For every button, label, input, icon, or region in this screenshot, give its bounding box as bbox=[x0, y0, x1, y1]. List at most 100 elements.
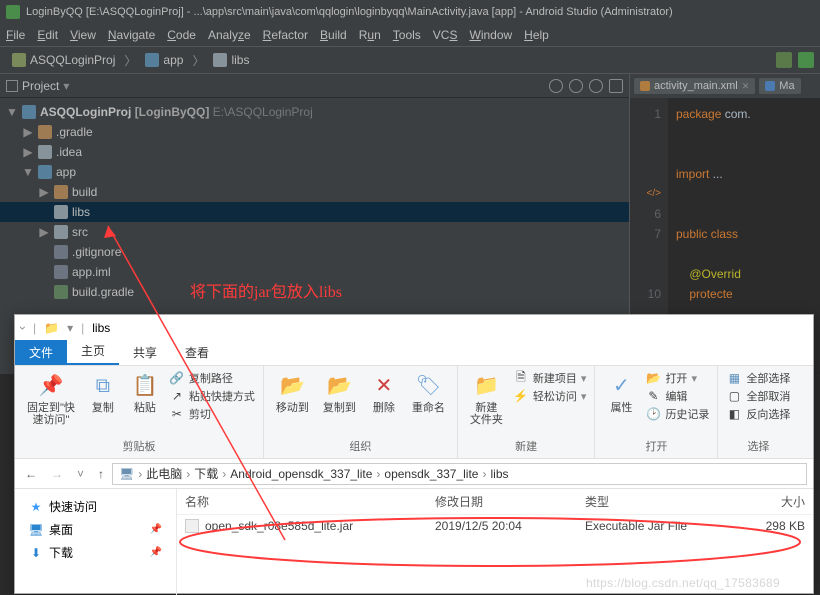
address-bar[interactable]: 🖥 › 此电脑› 下载› Android_opensdk_337_lite› o… bbox=[112, 463, 807, 485]
pane-dropdown[interactable]: ▾ bbox=[63, 79, 69, 93]
menu-run[interactable]: Run bbox=[359, 28, 381, 42]
path-crumb[interactable]: libs bbox=[490, 467, 508, 481]
edit-icon: ✎ bbox=[645, 389, 661, 403]
menu-edit[interactable]: Edit bbox=[37, 28, 58, 42]
ribbon-tab-view[interactable]: 查看 bbox=[171, 340, 223, 365]
sidebar-label: 下载 bbox=[49, 544, 73, 561]
btn-label: 重命名 bbox=[412, 402, 445, 414]
history-button[interactable]: 🕑历史记录 bbox=[645, 406, 709, 422]
file-row[interactable]: open_sdk_r08e585d_lite.jar 2019/12/5 20:… bbox=[177, 515, 813, 537]
menu-code[interactable]: Code bbox=[167, 28, 196, 42]
col-size[interactable]: 大小 bbox=[725, 493, 805, 510]
gutter-fold-icon[interactable]: </> bbox=[630, 184, 661, 204]
sidebar-downloads[interactable]: ⬇下载📌 bbox=[19, 541, 172, 564]
menu-help[interactable]: Help bbox=[524, 28, 549, 42]
sync-icon[interactable] bbox=[776, 52, 792, 68]
expand-arrow[interactable]: ▼ bbox=[22, 165, 34, 179]
menu-vcs[interactable]: VCS bbox=[433, 28, 458, 42]
tree-build[interactable]: ▶build bbox=[0, 182, 629, 202]
path-crumb[interactable]: 下载 bbox=[194, 465, 218, 482]
menu-window[interactable]: Window bbox=[469, 28, 512, 42]
menu-view[interactable]: View bbox=[70, 28, 96, 42]
expand-arrow[interactable]: ▶ bbox=[38, 225, 50, 239]
tree-gitignore[interactable]: .gitignore bbox=[0, 242, 629, 262]
properties-button[interactable]: ✓属性 bbox=[603, 370, 639, 416]
tree-app[interactable]: ▼app bbox=[0, 162, 629, 182]
collapse-icon[interactable] bbox=[569, 79, 583, 93]
drop-icon[interactable]: ▾ bbox=[67, 321, 73, 335]
rename-button[interactable]: 🏷重命名 bbox=[408, 370, 449, 416]
path-crumb[interactable]: opensdk_337_lite bbox=[384, 467, 478, 481]
menu-file[interactable]: File bbox=[6, 28, 25, 42]
menu-tools[interactable]: Tools bbox=[393, 28, 421, 42]
col-date[interactable]: 修改日期 bbox=[435, 493, 585, 510]
ribbon-tab-file[interactable]: 文件 bbox=[15, 340, 67, 365]
move-to-button[interactable]: 📂移动到 bbox=[272, 370, 313, 416]
expand-arrow[interactable]: ▼ bbox=[6, 105, 18, 119]
copy-path-button[interactable]: 🔗复制路径 bbox=[169, 370, 255, 386]
copy-button[interactable]: ⧉复制 bbox=[85, 370, 121, 416]
edit-button[interactable]: ✎ 编辑 bbox=[645, 388, 709, 404]
new-item-button[interactable]: 🗎新建项目▾ bbox=[513, 370, 587, 386]
invert-selection-button[interactable]: ◧反向选择 bbox=[726, 406, 790, 422]
hide-icon[interactable] bbox=[609, 79, 623, 93]
easy-access-button[interactable]: ⚡轻松访问▾ bbox=[513, 388, 587, 404]
menu-analyze[interactable]: Analyze bbox=[208, 28, 251, 42]
back-button[interactable]: ← bbox=[21, 465, 41, 483]
menu-build[interactable]: Build bbox=[320, 28, 347, 42]
btn-label: 固定到"快 速访问" bbox=[27, 402, 75, 426]
gear-icon[interactable] bbox=[589, 79, 603, 93]
tab-mainactivity[interactable]: Ma bbox=[759, 78, 800, 94]
close-icon[interactable]: ✕ bbox=[742, 81, 750, 92]
tree-idea[interactable]: ▶.idea bbox=[0, 142, 629, 162]
pin-quick-access-button[interactable]: 📌固定到"快 速访问" bbox=[23, 370, 79, 428]
select-none-button[interactable]: ▢全部取消 bbox=[726, 388, 790, 404]
ribbon-tab-share[interactable]: 共享 bbox=[119, 340, 171, 365]
folder-icon: 📁 bbox=[44, 321, 59, 335]
paste-button[interactable]: 📋粘贴 bbox=[127, 370, 163, 416]
annotation-text: 将下面的jar包放入libs bbox=[190, 278, 342, 302]
forward-button[interactable]: → bbox=[47, 465, 67, 483]
expand-arrow[interactable]: ▶ bbox=[22, 125, 34, 139]
avd-icon[interactable] bbox=[798, 52, 814, 68]
tab-activity-main[interactable]: activity_main.xml✕ bbox=[634, 78, 755, 94]
menu-refactor[interactable]: Refactor bbox=[263, 28, 308, 42]
nav-crumb-project[interactable]: ASQQLoginProj bbox=[6, 51, 121, 69]
select-all-button[interactable]: ▦全部选择 bbox=[726, 370, 790, 386]
column-headers[interactable]: 名称 修改日期 类型 大小 bbox=[177, 489, 813, 515]
explorer-address-bar: ← → ˅ ↑ 🖥 › 此电脑› 下载› Android_opensdk_337… bbox=[15, 459, 813, 489]
desktop-icon: 🖥 bbox=[29, 523, 43, 537]
down-arrow-icon[interactable]: › bbox=[16, 326, 30, 330]
nav-buttons: ← → ˅ ↑ bbox=[21, 465, 108, 483]
tree-src[interactable]: ▶src bbox=[0, 222, 629, 242]
project-tree[interactable]: ▼ ASQQLoginProj [LoginByQQ] E:\ASQQLogin… bbox=[0, 98, 629, 306]
expand-arrow[interactable]: ▶ bbox=[22, 145, 34, 159]
path-crumb[interactable]: 此电脑 bbox=[146, 465, 182, 482]
xml-icon bbox=[640, 81, 650, 91]
paste-shortcut-button[interactable]: ↗粘贴快捷方式 bbox=[169, 388, 255, 404]
up-button[interactable]: ↑ bbox=[94, 465, 108, 483]
recent-button[interactable]: ˅ bbox=[73, 465, 88, 483]
btn-label: 编辑 bbox=[665, 388, 687, 404]
open-button[interactable]: 📂打开▾ bbox=[645, 370, 709, 386]
col-type[interactable]: 类型 bbox=[585, 493, 725, 510]
tree-project-root[interactable]: ▼ ASQQLoginProj [LoginByQQ] E:\ASQQLogin… bbox=[0, 102, 629, 122]
copy-to-button[interactable]: 📂复制到 bbox=[319, 370, 360, 416]
nav-crumb-libs[interactable]: libs bbox=[207, 51, 255, 69]
ribbon-tab-home[interactable]: 主页 bbox=[67, 338, 119, 365]
cut-button[interactable]: ✂剪切 bbox=[169, 406, 255, 422]
menu-navigate[interactable]: Navigate bbox=[108, 28, 155, 42]
col-name[interactable]: 名称 bbox=[185, 493, 435, 510]
separator: | bbox=[81, 321, 84, 335]
tree-libs[interactable]: libs bbox=[0, 202, 629, 222]
delete-button[interactable]: ✕删除 bbox=[366, 370, 402, 416]
expand-arrow[interactable]: ▶ bbox=[38, 185, 50, 199]
sidebar-quick-access[interactable]: ★快速访问 bbox=[19, 495, 172, 518]
target-icon[interactable] bbox=[549, 79, 563, 93]
path-crumb[interactable]: Android_opensdk_337_lite bbox=[230, 467, 372, 481]
nav-crumb-app[interactable]: app bbox=[139, 51, 189, 69]
new-folder-button[interactable]: 📁新建 文件夹 bbox=[466, 370, 507, 428]
explorer-title-bar[interactable]: › | 📁 ▾ | libs bbox=[15, 315, 813, 341]
tree-gradle[interactable]: ▶.gradle bbox=[0, 122, 629, 142]
sidebar-desktop[interactable]: 🖥桌面📌 bbox=[19, 518, 172, 541]
